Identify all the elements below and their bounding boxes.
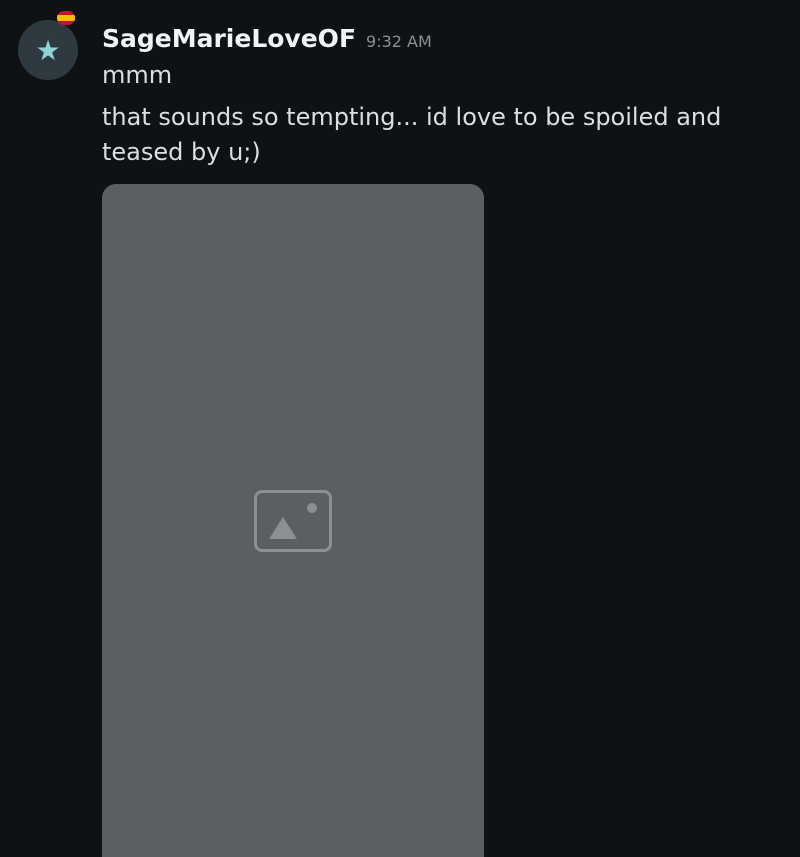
image-placeholder-icon <box>254 489 332 552</box>
image-attachment-placeholder[interactable] <box>102 184 484 857</box>
timestamp: 9:32 AM <box>366 32 432 51</box>
message-text: that sounds so tempting... id love to be… <box>102 103 722 166</box>
spain-flag-icon <box>57 11 75 25</box>
chat-message: ★ SageMarieLoveOF 9:32 AM mmm that sound… <box>0 0 800 857</box>
message-text: mmm <box>102 61 173 89</box>
user-avatar[interactable]: ★ <box>18 20 78 80</box>
cartoon-avatar-icon: ★ <box>35 33 61 67</box>
message-header: SageMarieLoveOF 9:32 AM <box>102 24 432 53</box>
username[interactable]: SageMarieLoveOF <box>102 24 356 53</box>
